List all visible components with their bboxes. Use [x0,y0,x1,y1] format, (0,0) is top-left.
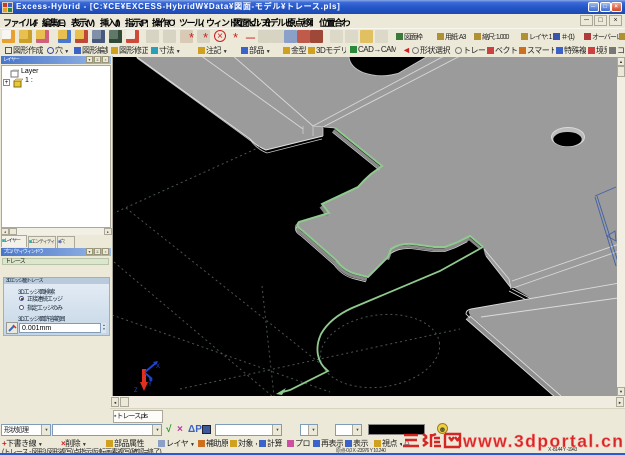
svg-text:Z: Z [134,388,138,394]
svg-text:www.3dportal.cn: www.3dportal.cn [462,431,623,451]
svg-text:X: X [156,364,160,370]
svg-text:Y: Y [148,382,152,388]
